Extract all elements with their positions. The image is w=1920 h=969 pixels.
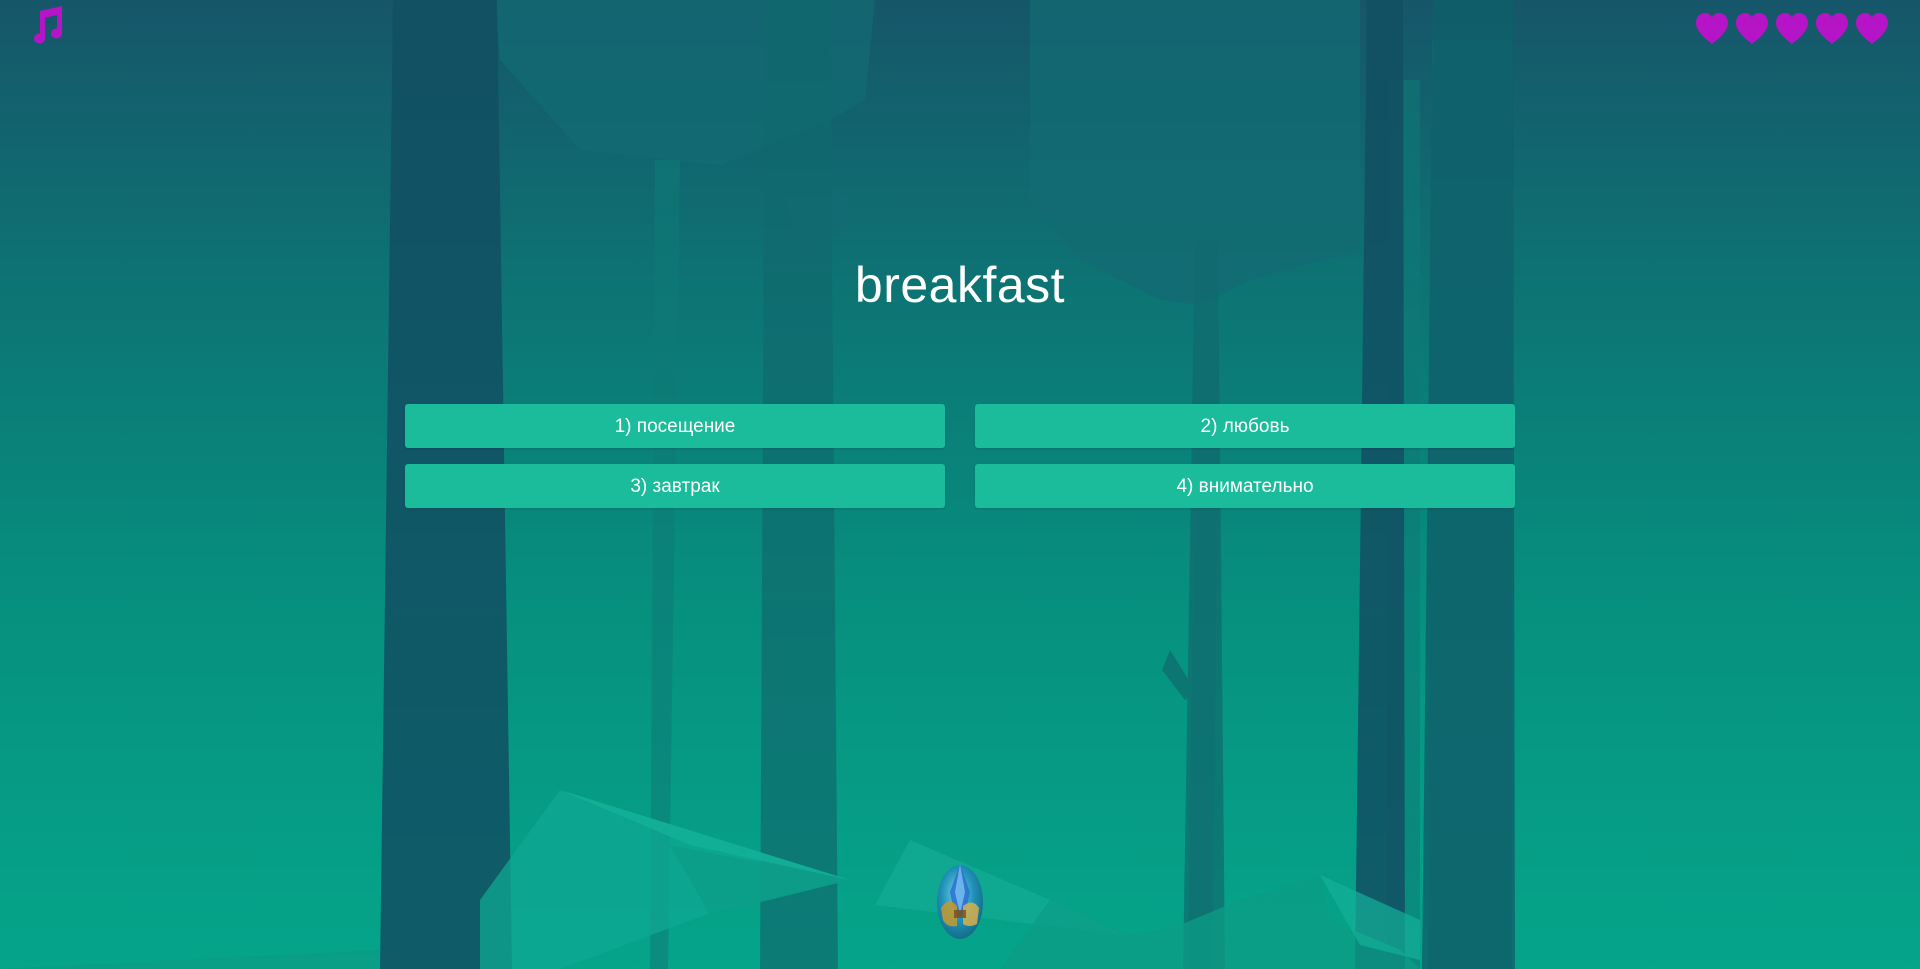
egg-avatar-icon (937, 864, 983, 939)
heart-icon (1696, 13, 1728, 44)
question-word: breakfast (854, 257, 1066, 313)
answer-button-3[interactable]: 3) завтрак (405, 464, 945, 508)
heart-icon (1736, 13, 1768, 44)
answer-button-2[interactable]: 2) любовь (975, 404, 1515, 448)
music-toggle-button[interactable] (26, 6, 66, 44)
answer-button-1[interactable]: 1) посещение (405, 404, 945, 448)
lives-indicator (1694, 12, 1890, 46)
answer-grid: 1) посещение 2) любовь 3) завтрак 4) вни… (405, 404, 1515, 508)
heart-icon (1776, 13, 1808, 44)
heart-icon (1816, 13, 1848, 44)
answer-button-4[interactable]: 4) внимательно (975, 464, 1515, 508)
heart-icon (1856, 13, 1888, 44)
music-note-icon (34, 6, 63, 44)
